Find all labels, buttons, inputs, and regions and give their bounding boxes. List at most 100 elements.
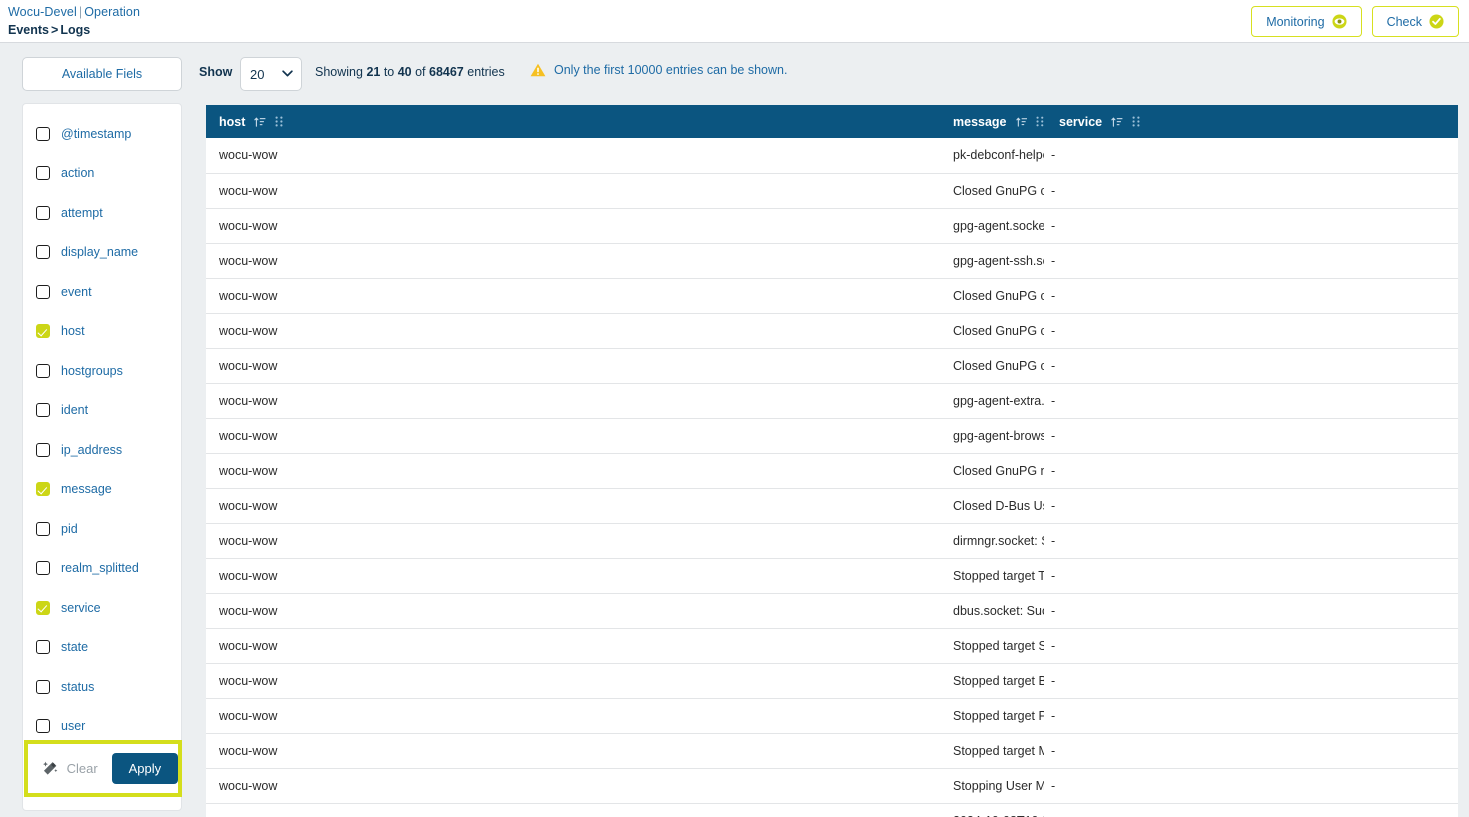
cell-service: - bbox=[1044, 768, 1458, 804]
table-row[interactable]: wocu-wowClosed D-Bus User Message Bus So… bbox=[206, 488, 1458, 524]
field-list: @timestamp action attempt display_name event… bbox=[23, 114, 181, 746]
cell-message: Stopped target Timers. bbox=[578, 558, 1044, 594]
drag-handle-icon[interactable] bbox=[1036, 116, 1044, 127]
field-checkbox[interactable] bbox=[36, 482, 50, 497]
field-checkbox[interactable] bbox=[36, 403, 50, 418]
table-row[interactable]: wocu-wowgpg-agent-browser.socket: Succee… bbox=[206, 418, 1458, 454]
field-checkbox[interactable] bbox=[36, 245, 50, 260]
field-checkbox[interactable] bbox=[36, 679, 50, 694]
cell-message: pk-debconf-helper.socket: Succeeded. bbox=[578, 138, 1044, 174]
column-header-service[interactable]: service bbox=[1044, 105, 1458, 138]
field-checkbox[interactable] bbox=[36, 521, 50, 536]
column-header-message-label: message bbox=[953, 114, 1007, 129]
cell-host: wocu-wow bbox=[206, 313, 578, 349]
field-item-status[interactable]: status bbox=[23, 667, 181, 707]
drag-handle-icon[interactable] bbox=[1132, 116, 1140, 127]
field-checkbox[interactable] bbox=[36, 363, 50, 378]
cell-service: - bbox=[1044, 313, 1458, 349]
field-item-timestamp[interactable]: @timestamp bbox=[23, 114, 181, 154]
field-checkbox[interactable] bbox=[36, 284, 50, 299]
table-row[interactable]: wocu-wowgpg-agent.socket: Succeeded.- bbox=[206, 208, 1458, 244]
field-item-hostgroups[interactable]: hostgroups bbox=[23, 351, 181, 391]
cell-service: - bbox=[1044, 663, 1458, 699]
cell-service: - bbox=[1044, 698, 1458, 734]
logs-table-head: host message service bbox=[206, 105, 1458, 138]
cell-message: gpg-agent.socket: Succeeded. bbox=[578, 208, 1044, 244]
sort-icon[interactable] bbox=[254, 116, 266, 128]
page-size-select[interactable]: 20 bbox=[240, 57, 302, 91]
sort-icon[interactable] bbox=[1111, 116, 1123, 128]
cell-service: - bbox=[1044, 453, 1458, 489]
table-row[interactable]: wocu-wowgpg-agent-extra.socket: Succeede… bbox=[206, 383, 1458, 419]
field-checkbox[interactable] bbox=[36, 600, 50, 615]
check-button[interactable]: Check bbox=[1371, 6, 1459, 37]
table-row[interactable]: wocu-wowClosed GnuPG cryptographic agent… bbox=[206, 173, 1458, 209]
field-checkbox[interactable] bbox=[36, 640, 50, 655]
eye-icon bbox=[1332, 14, 1347, 29]
logs-table-body: wocu-wow pk-debconf-helper.socket: Succee… bbox=[206, 138, 1458, 817]
field-checkbox[interactable] bbox=[36, 324, 50, 339]
field-item-state[interactable]: state bbox=[23, 628, 181, 668]
field-item-action[interactable]: action bbox=[23, 154, 181, 194]
table-row[interactable]: wocu-wowClosed GnuPG cryptographic agent… bbox=[206, 348, 1458, 384]
app-breadcrumb: Wocu-Devel | Operation bbox=[8, 5, 140, 19]
field-item-ident[interactable]: ident bbox=[23, 391, 181, 431]
clear-button[interactable]: Clear bbox=[67, 761, 98, 776]
cell-host: wocu-wow bbox=[206, 418, 578, 454]
table-row[interactable]: wocu-wowClosed GnuPG cryptographic agent… bbox=[206, 278, 1458, 314]
cell-host: wocu-wow bbox=[206, 348, 578, 384]
field-item-pid[interactable]: pid bbox=[23, 509, 181, 549]
table-row[interactable]: wocu-wowdirmngr.socket: Succeeded.- bbox=[206, 523, 1458, 559]
showing-prefix: Showing bbox=[315, 65, 367, 79]
field-item-attempt[interactable]: attempt bbox=[23, 193, 181, 233]
table-row[interactable]: wocu-wowStopped target Main User Target.… bbox=[206, 733, 1458, 769]
sort-icon[interactable] bbox=[1015, 116, 1028, 128]
showing-total: 68467 bbox=[429, 65, 464, 79]
cell-service: - bbox=[1044, 208, 1458, 244]
column-header-message[interactable]: message bbox=[578, 105, 1044, 138]
table-row[interactable]: wocu-wowStopped target Paths.- bbox=[206, 698, 1458, 734]
cell-message: Closed GnuPG cryptographic agent and pas… bbox=[578, 313, 1044, 349]
field-checkbox[interactable] bbox=[36, 719, 50, 734]
table-row[interactable]: wocu-wowStopping User Manager for UID 99… bbox=[206, 768, 1458, 804]
field-checkbox[interactable] bbox=[36, 126, 50, 141]
monitoring-button[interactable]: Monitoring bbox=[1251, 6, 1362, 37]
logs-table: host message service wocu-wow pk-debconf… bbox=[206, 105, 1458, 817]
field-checkbox[interactable] bbox=[36, 166, 50, 181]
field-item-host[interactable]: host bbox=[23, 312, 181, 352]
field-item-realm_splitted[interactable]: realm_splitted bbox=[23, 549, 181, 589]
table-row[interactable]: wocu-wowpk-debconf-helper.socket: Succee… bbox=[206, 138, 1458, 174]
table-row[interactable]: wocu-wow2024-10-08T10:07:08.8218507-8289… bbox=[206, 803, 1458, 817]
drag-handle-icon[interactable] bbox=[275, 116, 283, 127]
available-fields-button[interactable]: Available Fiels bbox=[22, 57, 182, 91]
field-item-display_name[interactable]: display_name bbox=[23, 233, 181, 273]
showing-suffix: entries bbox=[463, 65, 505, 79]
apply-button[interactable]: Apply bbox=[111, 753, 178, 784]
table-row[interactable]: wocu-wowStopped target Timers.- bbox=[206, 558, 1458, 594]
field-checkbox[interactable] bbox=[36, 205, 50, 220]
field-checkbox[interactable] bbox=[36, 561, 50, 576]
field-item-ip_address[interactable]: ip_address bbox=[23, 430, 181, 470]
table-row[interactable]: wocu-wowClosed GnuPG cryptographic agent… bbox=[206, 313, 1458, 349]
table-row[interactable]: wocu-wowdbus.socket: Succeeded.- bbox=[206, 593, 1458, 629]
field-label: message bbox=[61, 482, 112, 497]
table-row[interactable]: wocu-wowgpg-agent-ssh.socket: Succeeded.… bbox=[206, 243, 1458, 279]
cell-service: - bbox=[1044, 628, 1458, 664]
column-header-host[interactable]: host bbox=[206, 105, 578, 138]
breadcrumb-parent[interactable]: Events bbox=[8, 23, 49, 37]
table-row[interactable]: wocu-wowStopped target Sockets.- bbox=[206, 628, 1458, 664]
field-item-event[interactable]: event bbox=[23, 272, 181, 312]
check-circle-icon bbox=[1429, 14, 1444, 29]
field-item-message[interactable]: message bbox=[23, 470, 181, 510]
field-item-service[interactable]: service bbox=[23, 588, 181, 628]
field-label: host bbox=[61, 324, 85, 339]
cell-host: wocu-wow bbox=[206, 453, 578, 489]
field-checkbox[interactable] bbox=[36, 442, 50, 457]
cell-message: 2024-10-08T10:07:08.8218507-8289807 [War… bbox=[578, 803, 1044, 817]
table-row[interactable]: wocu-wowStopped target Basic System.- bbox=[206, 663, 1458, 699]
cell-message: Closed GnuPG cryptographic agent and pas… bbox=[578, 348, 1044, 384]
cell-service: - bbox=[1044, 173, 1458, 209]
cell-message: Closed D-Bus User Message Bus Socket. bbox=[578, 488, 1044, 524]
cell-message: Stopped target Basic System. bbox=[578, 663, 1044, 699]
table-row[interactable]: wocu-wowClosed GnuPG network certificate… bbox=[206, 453, 1458, 489]
